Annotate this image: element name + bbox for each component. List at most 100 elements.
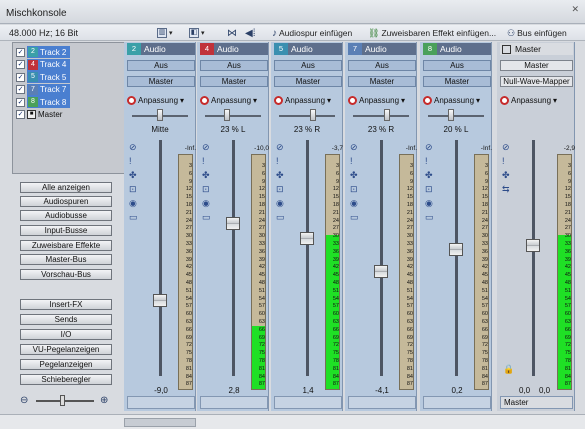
fx-row[interactable]: Anpassung ▾ (274, 94, 331, 106)
pan-slider[interactable] (428, 115, 484, 117)
record-arm-icon[interactable]: ◉ (276, 198, 284, 208)
record-arm-icon[interactable]: ◉ (129, 198, 137, 208)
dropdown-icon[interactable]: ▾ (180, 96, 184, 105)
fx-row[interactable]: Anpassung ▾ (348, 94, 405, 106)
record-arm-icon[interactable]: ◉ (350, 198, 358, 208)
volume-fader[interactable] (153, 294, 167, 307)
input-select-button[interactable]: Aus (348, 60, 416, 71)
fx-row[interactable]: Anpassung ▾ (127, 94, 184, 106)
downmix-button[interactable]: ⋈ (227, 27, 237, 39)
output-select-button[interactable]: Master (500, 60, 573, 71)
strip-header[interactable]: 2 Audio (127, 43, 195, 55)
pan-slider-thumb[interactable] (157, 109, 163, 121)
track-visible-checkbox[interactable]: ✓ (16, 85, 25, 94)
automation-icon[interactable]: ✤ (350, 170, 358, 180)
routing-icon[interactable]: ⇆ (502, 184, 510, 194)
fx-bypass-icon[interactable]: ⊡ (202, 184, 210, 194)
solo-icon[interactable]: ! (350, 156, 353, 166)
add-bus-button[interactable]: ⚇ Bus einfügen (507, 27, 567, 39)
automation-icon[interactable]: ✤ (129, 170, 137, 180)
pan-slider[interactable] (205, 115, 261, 117)
strip-header[interactable]: 4 Audio (200, 43, 268, 55)
mute-icon[interactable]: ⊘ (202, 142, 210, 152)
fx-row[interactable]: Anpassung ▾ (423, 94, 480, 106)
sidebar-button-vorschau-bus[interactable]: Vorschau-Bus (20, 269, 112, 280)
add-assignable-fx-button[interactable]: ⛓ Zuweisbaren Effekt einfügen... (368, 27, 496, 39)
dropdown-icon[interactable]: ▾ (476, 96, 480, 105)
solo-icon[interactable]: ! (129, 156, 132, 166)
track-list-item[interactable]: ✓ 7 Track 7 (16, 83, 71, 96)
input-select-button[interactable]: Aus (423, 60, 491, 71)
strip-header[interactable]: Master (500, 43, 573, 55)
strip-header[interactable]: 7 Audio (348, 43, 416, 55)
mute-icon[interactable]: ⊘ (502, 142, 510, 152)
mute-icon[interactable]: ⊘ (129, 142, 137, 152)
fx-bypass-icon[interactable]: ⊡ (425, 184, 433, 194)
track-visible-checkbox[interactable]: ✓ (16, 97, 25, 107)
sidebar-button-alle-anzeigen[interactable]: Alle anzeigen (20, 182, 112, 193)
pan-slider-thumb[interactable] (448, 109, 454, 121)
monitor-icon[interactable]: ▭ (129, 212, 138, 222)
fx-row[interactable]: Anpassung ▾ (200, 94, 257, 106)
solo-icon[interactable]: ! (202, 156, 205, 166)
sidebar-button-zuweisbare-effekte[interactable]: Zuweisbare Effekte (20, 240, 112, 251)
dropdown-icon[interactable]: ▾ (553, 96, 557, 105)
mute-icon[interactable]: ⊘ (276, 142, 284, 152)
mute-icon[interactable]: ⊘ (350, 142, 358, 152)
dropdown-icon[interactable]: ▾ (401, 96, 405, 105)
layout-toggle-button[interactable]: ▥ ▾ (157, 27, 173, 39)
output-select-button[interactable]: Master (423, 76, 491, 87)
fx-bypass-icon[interactable]: ⊡ (350, 184, 358, 194)
output-select-button[interactable]: Master (274, 76, 342, 87)
strip-header[interactable]: 8 Audio (423, 43, 491, 55)
fx-row[interactable]: Anpassung ▾ (500, 94, 557, 106)
input-select-button[interactable]: Aus (200, 60, 268, 71)
track-visible-checkbox[interactable]: ✓ (16, 47, 25, 57)
output-select-button[interactable]: Master (348, 76, 416, 87)
monitor-icon[interactable]: ▭ (202, 212, 211, 222)
automation-icon[interactable]: ✤ (202, 170, 210, 180)
monitor-icon[interactable]: ▭ (276, 212, 285, 222)
volume-fader[interactable] (226, 217, 240, 230)
monitor-icon[interactable]: ▭ (425, 212, 434, 222)
solo-icon[interactable]: ! (425, 156, 428, 166)
zoom-slider[interactable] (36, 400, 94, 402)
automation-icon[interactable]: ✤ (502, 170, 510, 180)
output-select-button[interactable]: Master (200, 76, 268, 87)
sidebar-button-sends[interactable]: Sends (20, 314, 112, 325)
scrollbar-thumb[interactable] (124, 418, 196, 427)
record-arm-icon[interactable]: ◉ (202, 198, 210, 208)
lock-icon[interactable]: 🔒 (503, 364, 514, 375)
sidebar-button-schieberegler[interactable]: Schieberegler (20, 374, 112, 385)
pan-slider-thumb[interactable] (310, 109, 316, 121)
volume-fader[interactable] (449, 243, 463, 257)
fx-bypass-icon[interactable]: ⊡ (129, 184, 137, 194)
output-device-button[interactable]: Null-Wave-Mapper (500, 76, 573, 87)
automation-icon[interactable]: ✤ (425, 170, 433, 180)
track-visible-checkbox[interactable]: ✓ (16, 60, 25, 69)
zoom-out-icon[interactable]: ⊖ (20, 395, 28, 406)
pan-slider-thumb[interactable] (224, 109, 230, 121)
track-visible-checkbox[interactable]: ✓ (16, 110, 25, 119)
volume-fader[interactable] (374, 265, 388, 279)
pan-slider-thumb[interactable] (384, 109, 390, 121)
horizontal-scrollbar[interactable] (0, 414, 585, 429)
dropdown-icon[interactable]: ▾ (327, 96, 331, 105)
pan-slider[interactable] (353, 115, 409, 117)
sidebar-button-audiospuren[interactable]: Audiospuren (20, 196, 112, 207)
zoom-slider-thumb[interactable] (60, 395, 65, 406)
sidebar-button-input-busse[interactable]: Input-Busse (20, 225, 112, 236)
volume-fader[interactable] (526, 239, 540, 252)
sidebar-button-master-bus[interactable]: Master-Bus (20, 254, 112, 265)
input-select-button[interactable]: Aus (274, 60, 342, 71)
track-list-item[interactable]: ✓ 5 Track 5 (16, 71, 71, 83)
add-audio-track-button[interactable]: ♪ Audiospur einfügen (272, 27, 352, 39)
close-icon[interactable]: ✕ (571, 4, 579, 15)
track-list-item[interactable]: ✓ ■ Master (16, 109, 62, 121)
volume-fader[interactable] (300, 232, 314, 246)
zoom-in-icon[interactable]: ⊕ (100, 395, 108, 406)
fx-bypass-icon[interactable]: ⊡ (276, 184, 284, 194)
record-arm-icon[interactable]: ◉ (425, 198, 433, 208)
automation-icon[interactable]: ✤ (276, 170, 284, 180)
sidebar-button-i-o[interactable]: I/O (20, 329, 112, 340)
